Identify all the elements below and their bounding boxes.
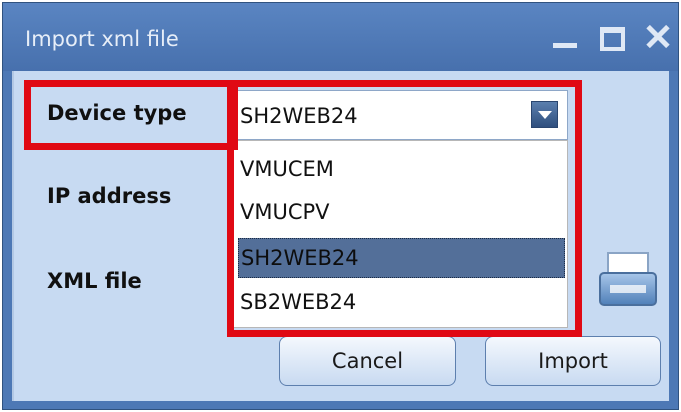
chevron-down-icon[interactable] bbox=[531, 101, 558, 128]
device-type-dropdown-list: VMUCEM VMUCPV SH2WEB24 SB2WEB24 bbox=[233, 140, 568, 328]
maximize-icon[interactable] bbox=[596, 21, 628, 53]
dropdown-option-sh2web24[interactable]: SH2WEB24 bbox=[238, 238, 565, 278]
ip-address-label: IP address bbox=[47, 184, 172, 208]
import-button[interactable]: Import bbox=[485, 336, 661, 386]
close-icon[interactable] bbox=[644, 21, 676, 53]
xml-file-label: XML file bbox=[47, 269, 142, 293]
device-type-value: SH2WEB24 bbox=[240, 104, 358, 128]
printer-icon[interactable] bbox=[596, 249, 662, 311]
device-type-label: Device type bbox=[47, 101, 187, 125]
device-type-combobox[interactable]: SH2WEB24 bbox=[231, 90, 568, 140]
dropdown-option-vmucem[interactable]: VMUCEM bbox=[238, 150, 565, 190]
dropdown-option-sb2web24[interactable]: SB2WEB24 bbox=[238, 283, 565, 323]
title-bar: Import xml file bbox=[3, 3, 678, 71]
dropdown-option-vmucpv[interactable]: VMUCPV bbox=[238, 193, 565, 233]
minimize-icon[interactable] bbox=[549, 21, 581, 53]
window-title: Import xml file bbox=[25, 27, 179, 51]
cancel-button[interactable]: Cancel bbox=[279, 336, 456, 386]
